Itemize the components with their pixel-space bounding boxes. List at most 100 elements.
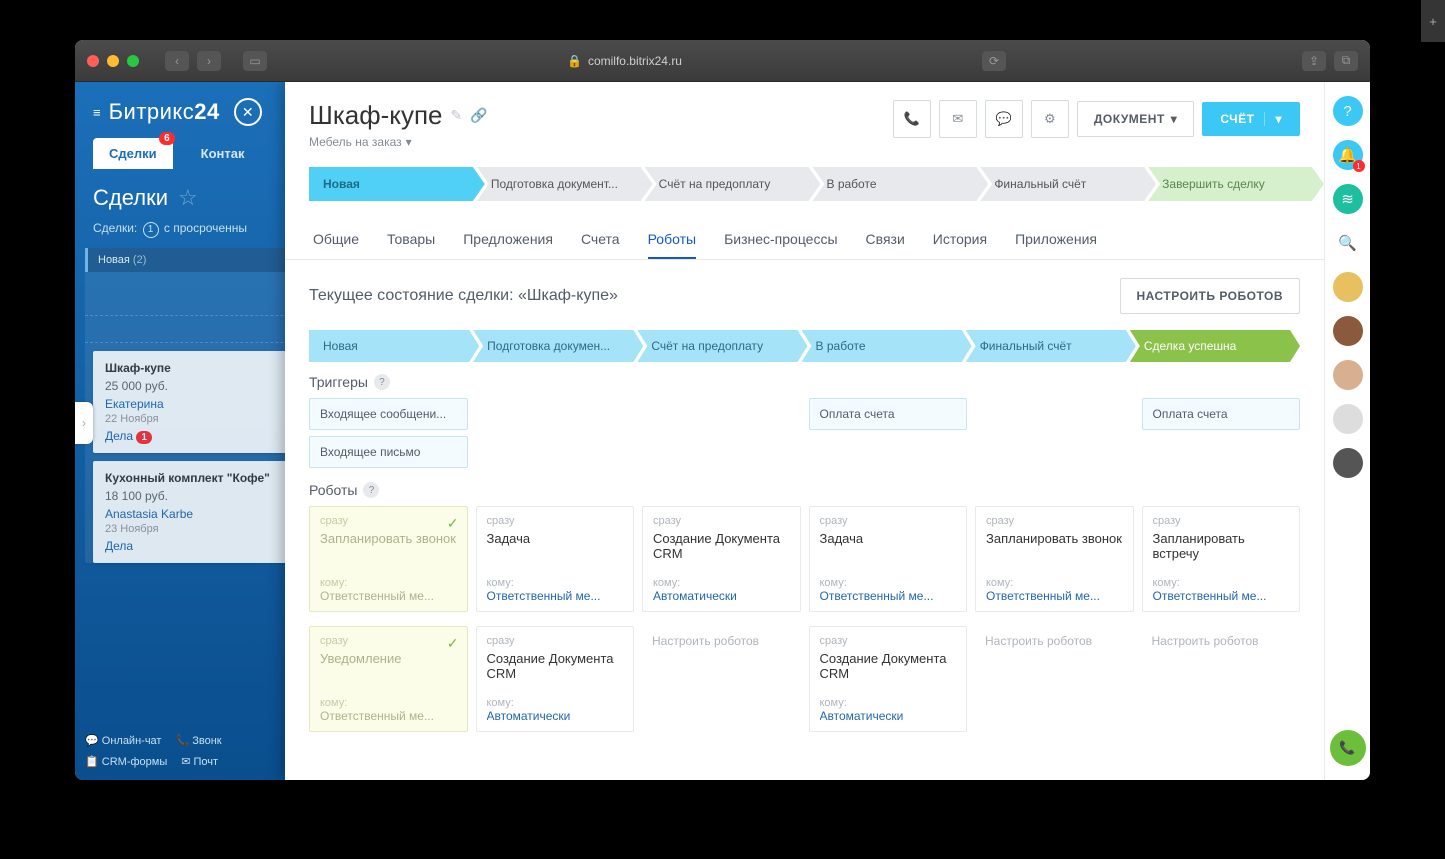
- robot-when: сразу: [487, 635, 624, 647]
- robot-when: сразу: [487, 515, 624, 527]
- app-logo: Битрикс24: [109, 99, 220, 125]
- stage-step[interactable]: Подготовка документ...: [477, 167, 653, 201]
- mini-stage[interactable]: Подготовка докумен...: [473, 330, 643, 362]
- trigger-chip[interactable]: Оплата счета: [809, 398, 968, 430]
- robot-card[interactable]: сразуЗадачакому:Ответственный ме...: [809, 506, 968, 612]
- current-state-label: Текущее состояние сделки: «Шкаф-купе»: [309, 287, 618, 305]
- robot-name: Запланировать встречу: [1153, 531, 1290, 577]
- tab-general[interactable]: Общие: [313, 221, 359, 259]
- deals-badge: 6: [159, 132, 175, 145]
- mini-stage-bar: Новая Подготовка докумен... Счёт на пред…: [309, 330, 1300, 362]
- chevron-down-icon: ▾: [1171, 112, 1178, 126]
- robot-when: сразу: [986, 515, 1123, 527]
- edit-icon[interactable]: ✎: [451, 107, 463, 124]
- mini-stage[interactable]: В работе: [802, 330, 972, 362]
- avatar[interactable]: [1333, 404, 1363, 434]
- help-icon[interactable]: ?: [374, 374, 390, 390]
- sidebar-toggle-button[interactable]: ▭: [243, 51, 267, 71]
- avatar[interactable]: [1333, 360, 1363, 390]
- avatar[interactable]: [1333, 448, 1363, 478]
- setup-robot-placeholder[interactable]: Настроить роботов: [1142, 626, 1301, 732]
- stage-step[interactable]: Счёт на предоплату: [645, 167, 821, 201]
- robot-who-value: Ответственный ме...: [1153, 589, 1290, 603]
- collapse-panel-handle[interactable]: ›: [75, 402, 93, 444]
- bg-tab-contacts[interactable]: Контак: [185, 138, 261, 169]
- trigger-chip[interactable]: Входящее сообщени...: [309, 398, 468, 430]
- stage-step[interactable]: В работе: [812, 167, 988, 201]
- robot-when: сразу: [820, 515, 957, 527]
- email-button[interactable]: ✉: [939, 100, 977, 138]
- tab-bizproc[interactable]: Бизнес-процессы: [724, 221, 837, 259]
- robot-card[interactable]: сразуСоздание Документа CRMкому:Автомати…: [809, 626, 968, 732]
- window-zoom-dot[interactable]: [127, 55, 139, 67]
- tab-history[interactable]: История: [933, 221, 987, 259]
- robot-card[interactable]: ✓сразуЗапланировать звоноккому:Ответстве…: [309, 506, 468, 612]
- stage-finish[interactable]: Завершить сделку: [1148, 167, 1324, 201]
- robot-who-label: кому:: [653, 577, 790, 589]
- hamburger-icon[interactable]: ≡: [93, 105, 101, 120]
- robot-card[interactable]: сразуСоздание Документа CRMкому:Автомати…: [642, 506, 801, 612]
- robot-who-label: кому:: [487, 697, 624, 709]
- tab-invoices[interactable]: Счета: [581, 221, 620, 259]
- robot-card[interactable]: сразуЗадачакому:Ответственный ме...: [476, 506, 635, 612]
- lines-icon[interactable]: ≋: [1333, 184, 1363, 214]
- search-icon[interactable]: 🔍: [1333, 228, 1363, 258]
- setup-robot-placeholder[interactable]: Настроить роботов: [642, 626, 801, 732]
- nav-back-button[interactable]: ‹: [165, 51, 189, 71]
- document-button[interactable]: ДОКУМЕНТ▾: [1077, 101, 1195, 137]
- invoice-button[interactable]: СЧЁТ▾: [1202, 102, 1300, 136]
- configure-robots-button[interactable]: НАСТРОИТЬ РОБОТОВ: [1120, 278, 1301, 314]
- setup-robot-placeholder[interactable]: Настроить роботов: [975, 626, 1134, 732]
- tab-quotes[interactable]: Предложения: [463, 221, 553, 259]
- call-button[interactable]: 📞: [893, 100, 931, 138]
- robot-name: Создание Документа CRM: [487, 651, 624, 697]
- deal-subtitle[interactable]: Мебель на заказ ▾: [309, 135, 488, 149]
- notifications-icon[interactable]: 🔔1: [1333, 140, 1363, 170]
- tabs-button[interactable]: ⧉: [1334, 51, 1358, 71]
- robot-card[interactable]: ✓сразуУведомлениекому:Ответственный ме..…: [309, 626, 468, 732]
- section-title: Сделки: [93, 185, 168, 211]
- bg-tab-deals[interactable]: Сделки 6: [93, 138, 173, 169]
- tab-links[interactable]: Связи: [866, 221, 905, 259]
- mini-stage[interactable]: Счёт на предоплату: [637, 330, 807, 362]
- stage-step[interactable]: Финальный счёт: [980, 167, 1156, 201]
- window-minimize-dot[interactable]: [107, 55, 119, 67]
- robot-name: Создание Документа CRM: [653, 531, 790, 577]
- address-bar[interactable]: 🔒 comilfo.bitrix24.ru: [275, 54, 974, 68]
- settings-button[interactable]: ⚙: [1031, 100, 1069, 138]
- robot-who-value: Ответственный ме...: [986, 589, 1123, 603]
- robot-card[interactable]: сразуЗапланировать звоноккому:Ответствен…: [975, 506, 1134, 612]
- triggers-section-label: Триггеры?: [309, 374, 1300, 390]
- nav-forward-button[interactable]: ›: [197, 51, 221, 71]
- tab-products[interactable]: Товары: [387, 221, 435, 259]
- help-icon[interactable]: ?: [363, 482, 379, 498]
- robot-who-value: Ответственный ме...: [320, 709, 457, 723]
- stage-step[interactable]: Новая: [309, 167, 485, 201]
- chevron-down-icon: ▾: [406, 135, 412, 149]
- robot-card[interactable]: сразуСоздание Документа CRMкому:Автомати…: [476, 626, 635, 732]
- tab-robots[interactable]: Роботы: [648, 221, 696, 259]
- phone-fab-icon[interactable]: 📞: [1330, 730, 1366, 766]
- chat-button[interactable]: 💬: [985, 100, 1023, 138]
- robot-who-value: Ответственный ме...: [320, 589, 457, 603]
- close-round-button[interactable]: ✕: [234, 98, 262, 126]
- avatar[interactable]: [1333, 272, 1363, 302]
- mini-stage[interactable]: Финальный счёт: [966, 330, 1136, 362]
- trigger-chip[interactable]: Входящее письмо: [309, 436, 468, 468]
- robot-when: сразу: [820, 635, 957, 647]
- robots-section-label: Роботы?: [309, 482, 1300, 498]
- tab-apps[interactable]: Приложения: [1015, 221, 1097, 259]
- robot-name: Задача: [820, 531, 957, 577]
- robot-card[interactable]: сразуЗапланировать встречукому:Ответстве…: [1142, 506, 1301, 612]
- help-bubble-icon[interactable]: ?: [1333, 96, 1363, 126]
- window-close-dot[interactable]: [87, 55, 99, 67]
- share-button[interactable]: ⇪: [1302, 51, 1326, 71]
- reload-button[interactable]: ⟳: [982, 51, 1006, 71]
- avatar[interactable]: [1333, 316, 1363, 346]
- robot-name: Запланировать звонок: [320, 531, 457, 577]
- mini-stage[interactable]: Новая: [309, 330, 479, 362]
- mini-stage-success[interactable]: Сделка успешна: [1130, 330, 1300, 362]
- trigger-chip[interactable]: Оплата счета: [1142, 398, 1301, 430]
- favorite-icon[interactable]: ☆: [178, 185, 198, 211]
- link-icon[interactable]: 🔗: [470, 107, 487, 124]
